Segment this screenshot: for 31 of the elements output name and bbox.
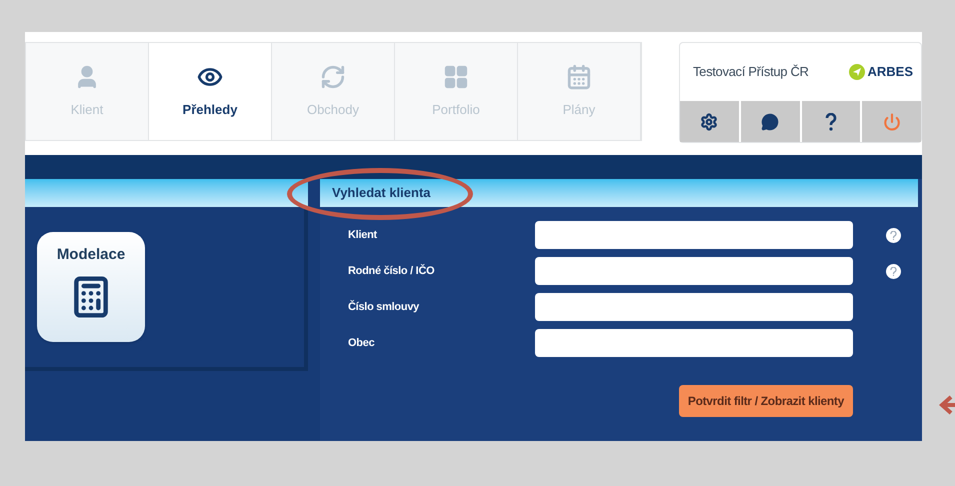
nav-tab[interactable]: Klient	[26, 43, 149, 140]
input-field[interactable]	[535, 257, 853, 285]
speech-bubble-icon	[761, 112, 780, 130]
toolbar-button[interactable]	[680, 101, 739, 142]
input-field[interactable]	[535, 329, 853, 357]
field-label: Číslo smlouvy	[348, 299, 420, 315]
arrow-left-icon	[939, 394, 955, 416]
power-icon	[882, 112, 901, 130]
modelace-tile[interactable]: Modelace	[37, 232, 145, 342]
field-label: Rodné číslo / IČO	[348, 263, 436, 279]
refresh-icon	[320, 64, 346, 90]
input-field[interactable]	[535, 221, 853, 249]
calendar-icon	[566, 64, 592, 90]
toolbar-button[interactable]	[802, 101, 860, 142]
nav-tab[interactable]: Obchody	[272, 43, 395, 140]
help-icon[interactable]	[886, 228, 901, 242]
settings-icon	[700, 112, 718, 130]
nav-tab[interactable]: Plány	[518, 43, 641, 140]
logo-icon	[849, 64, 866, 80]
field-label: Obec	[348, 336, 376, 351]
section-title: Vyhledat klienta	[332, 184, 430, 202]
confirm-filter-button[interactable]: Potvrdit filtr / Zobrazit klienty	[678, 385, 853, 417]
help-icon[interactable]	[886, 264, 901, 278]
logo-text: ARBES	[867, 63, 913, 82]
toolbar-button[interactable]	[740, 101, 800, 142]
field-label: Klient	[348, 228, 378, 243]
user-name: Testovací Přístup ČR	[693, 63, 809, 82]
nav-tab[interactable]: Portfolio	[395, 43, 518, 140]
grid-icon	[443, 64, 469, 90]
help-icon	[824, 112, 837, 130]
input-field[interactable]	[535, 293, 853, 321]
